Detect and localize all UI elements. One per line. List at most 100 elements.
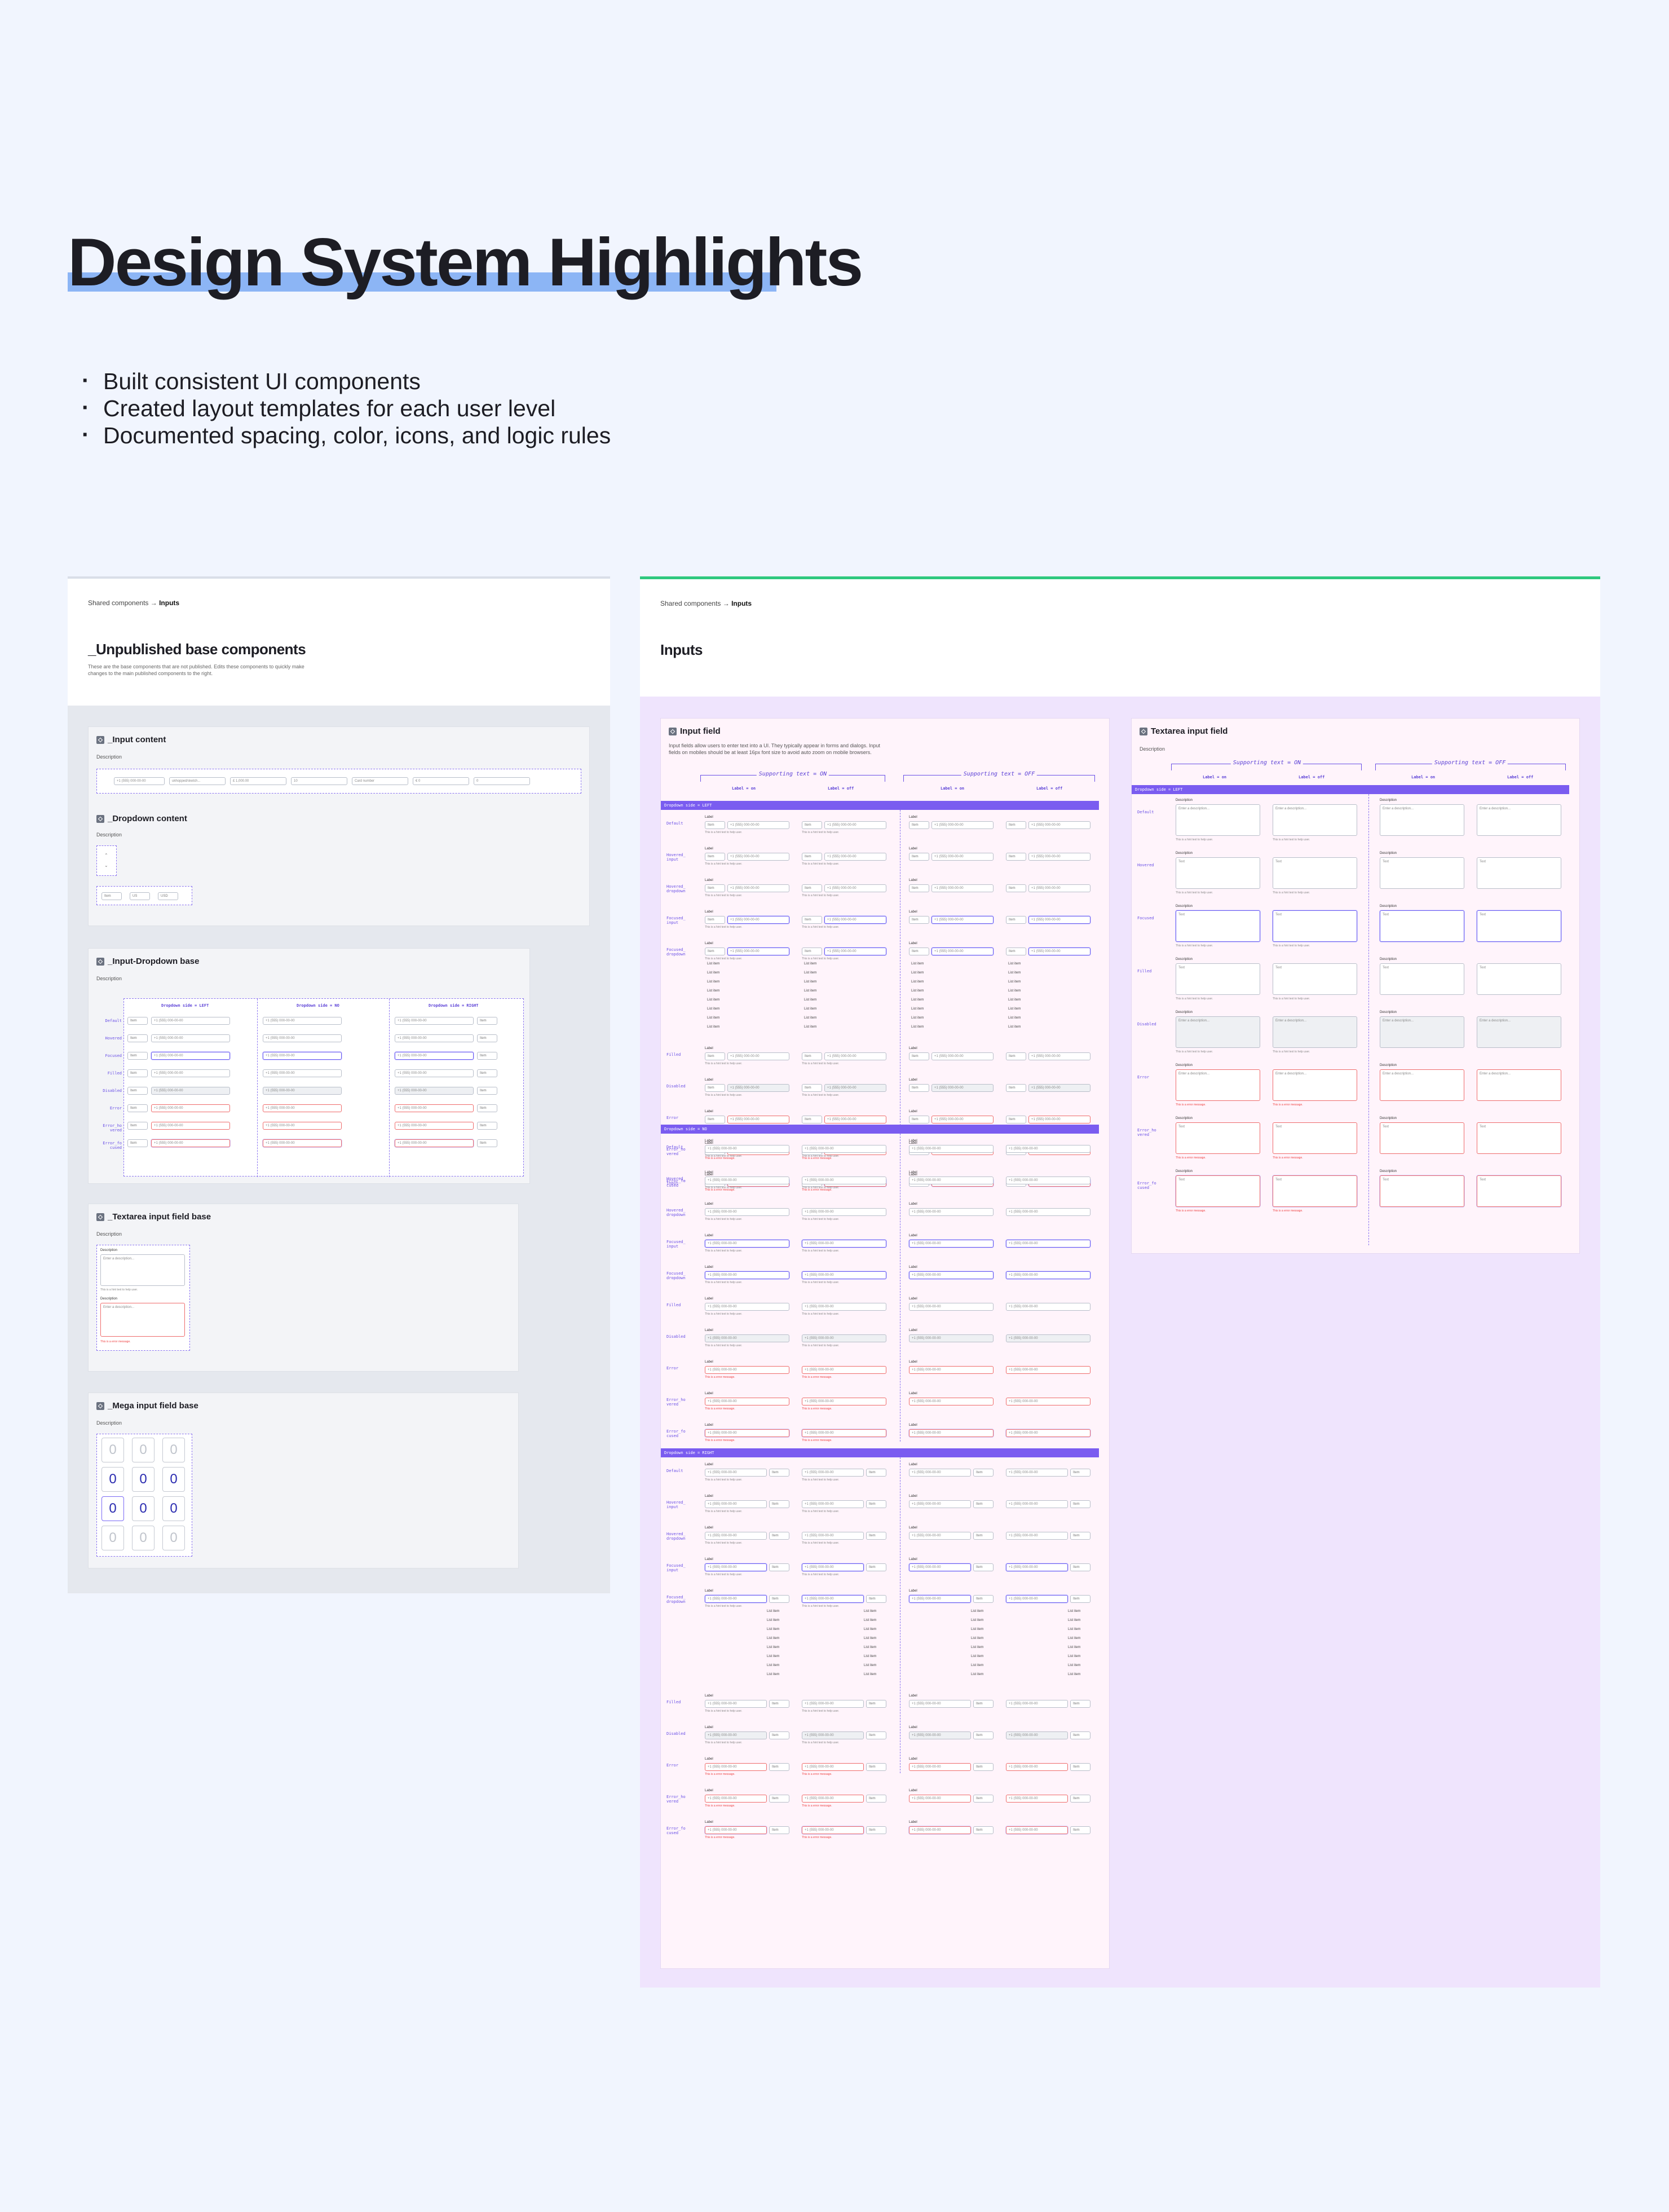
item-select[interactable]: Item — [909, 1116, 929, 1123]
item-select[interactable]: Item — [866, 1563, 886, 1571]
textarea[interactable]: Text — [1273, 910, 1357, 942]
item-select[interactable]: Item — [1070, 1469, 1090, 1477]
textarea[interactable]: Enter a description... — [100, 1254, 185, 1286]
phone-input[interactable]: +1 (555) 000-00-00 — [263, 1069, 342, 1077]
phone-input[interactable]: +1 (555) 000-00-00 — [802, 1240, 886, 1248]
dropdown-list-item[interactable]: List item — [707, 1025, 719, 1029]
textarea[interactable]: Text — [1477, 857, 1561, 889]
dropdown-list-item[interactable]: List item — [1008, 1025, 1021, 1029]
item-select[interactable]: Item — [909, 853, 929, 861]
dropdown-list-item[interactable]: List item — [1008, 998, 1021, 1002]
phone-input[interactable]: +1 (555) 000-00-00 — [909, 1176, 994, 1184]
dropdown-list-item[interactable]: List item — [1008, 980, 1021, 984]
textarea[interactable]: Text — [1477, 1175, 1561, 1207]
item-select[interactable]: Item — [802, 1084, 822, 1092]
phone-input[interactable]: +1 (555) 000-00-00 — [1028, 948, 1090, 955]
phone-input[interactable]: +1 (555) 000-00-00 — [151, 1122, 230, 1130]
phone-input[interactable]: +1 (555) 000-00-00 — [1028, 821, 1090, 829]
dropdown-list-item[interactable]: List item — [911, 971, 924, 975]
item-select[interactable]: Item — [477, 1017, 497, 1025]
item-select[interactable]: Item — [1006, 1084, 1026, 1092]
dropdown-list-item[interactable]: List item — [707, 980, 719, 984]
phone-input[interactable]: +1 (555) 000-00-00 — [802, 1366, 886, 1374]
phone-input[interactable]: +1 (555) 000-00-00 — [705, 1500, 767, 1508]
dropdown-list-item[interactable]: List item — [911, 980, 924, 984]
item-select[interactable]: Item — [973, 1795, 994, 1803]
phone-input[interactable]: +1 (555) 000-00-00 — [705, 1303, 789, 1311]
textarea[interactable]: Text — [1176, 1122, 1260, 1154]
textarea-error[interactable]: Enter a description... — [100, 1303, 185, 1337]
phone-input[interactable]: +1 (555) 000-00-00 — [824, 916, 886, 924]
textarea[interactable]: Enter a description... — [1477, 1016, 1561, 1048]
search-chip[interactable]: 0 — [474, 777, 530, 785]
item-select[interactable]: Item — [769, 1595, 789, 1603]
phone-input[interactable]: +1 (555) 000-00-00 — [395, 1087, 474, 1095]
mega-digit-input[interactable]: 0 — [162, 1526, 185, 1550]
dropdown-list-item[interactable]: List item — [1068, 1673, 1080, 1676]
phone-input[interactable]: +1 (555) 000-00-00 — [727, 1116, 789, 1123]
phone-input[interactable]: +1 (555) 000-00-00 — [705, 1398, 789, 1405]
phone-input[interactable]: +1 (555) 000-00-00 — [1006, 1563, 1068, 1571]
phone-input[interactable]: +1 (555) 000-00-00 — [395, 1139, 474, 1147]
phone-input[interactable]: +1 (555) 000-00-00 — [802, 1208, 886, 1216]
dropdown-list-item[interactable]: List item — [804, 980, 816, 984]
phone-input[interactable]: +1 (555) 000-00-00 — [151, 1104, 230, 1112]
dropdown-list-item[interactable]: List item — [767, 1610, 779, 1613]
item-select[interactable]: Item — [127, 1122, 148, 1130]
phone-input[interactable]: +1 (555) 000-00-00 — [1006, 1595, 1068, 1603]
item-select[interactable]: Item — [705, 948, 725, 955]
phone-input[interactable]: +1 (555) 000-00-00 — [395, 1017, 474, 1025]
phone-input[interactable]: +1 (555) 000-00-00 — [909, 1366, 994, 1374]
item-select[interactable]: Item — [1006, 821, 1026, 829]
item-select[interactable]: Item — [909, 1084, 929, 1092]
dropdown-list-item[interactable]: List item — [707, 1016, 719, 1020]
dropdown-list-item[interactable]: List item — [1008, 1007, 1021, 1011]
phone-input[interactable]: +1 (555) 000-00-00 — [802, 1500, 864, 1508]
phone-input[interactable]: +1 (555) 000-00-00 — [1006, 1366, 1090, 1374]
item-select[interactable]: Item — [769, 1700, 789, 1708]
phone-input[interactable]: +1 (555) 000-00-00 — [263, 1122, 342, 1130]
dropdown-list-item[interactable]: List item — [767, 1628, 779, 1631]
textarea[interactable]: Enter a description... — [1176, 1016, 1260, 1048]
dropdown-list-item[interactable]: List item — [804, 1025, 816, 1029]
dropdown-list-item[interactable]: List item — [971, 1637, 983, 1640]
phone-input[interactable]: +1 (555) 000-00-00 — [802, 1532, 864, 1540]
item-select[interactable]: Item — [705, 1084, 725, 1092]
textarea[interactable]: Enter a description... — [1273, 804, 1357, 836]
item-select[interactable]: Item — [101, 892, 122, 900]
item-select[interactable]: Item — [477, 1087, 497, 1095]
phone-input[interactable]: +1 (555) 000-00-00 — [705, 1795, 767, 1803]
dropdown-list-item[interactable]: List item — [864, 1628, 876, 1631]
phone-input[interactable]: +1 (555) 000-00-00 — [931, 1084, 994, 1092]
dropdown-list-item[interactable]: List item — [804, 998, 816, 1002]
phone-input[interactable]: +1 (555) 000-00-00 — [1006, 1208, 1090, 1216]
phone-input[interactable]: +1 (555) 000-00-00 — [263, 1139, 342, 1147]
textarea[interactable]: Text — [1176, 1175, 1260, 1207]
phone-input[interactable]: +1 (555) 000-00-00 — [802, 1595, 864, 1603]
phone-input[interactable]: +1 (555) 000-00-00 — [802, 1795, 864, 1803]
dropdown-list-item[interactable]: List item — [971, 1646, 983, 1649]
phone-input[interactable]: +1 (555) 000-00-00 — [909, 1303, 994, 1311]
phone-input[interactable]: +1 (555) 000-00-00 — [802, 1303, 886, 1311]
phone-input[interactable]: +1 (555) 000-00-00 — [802, 1398, 886, 1405]
phone-input[interactable]: +1 (555) 000-00-00 — [931, 1052, 994, 1060]
phone-input[interactable]: +1 (555) 000-00-00 — [909, 1763, 971, 1771]
phone-input[interactable]: +1 (555) 000-00-00 — [151, 1139, 230, 1147]
item-select[interactable]: Item — [909, 948, 929, 955]
item-select[interactable]: Item — [1006, 1116, 1026, 1123]
item-select[interactable]: Item — [802, 821, 822, 829]
mega-digit-input[interactable]: 0 — [132, 1526, 154, 1550]
textarea[interactable]: Text — [1176, 963, 1260, 995]
item-select[interactable]: Item — [909, 1052, 929, 1060]
item-select[interactable]: Item — [1070, 1763, 1090, 1771]
phone-input[interactable]: +1 (555) 000-00-00 — [705, 1563, 767, 1571]
phone-input[interactable]: +1 (555) 000-00-00 — [909, 1334, 994, 1342]
textarea[interactable]: Enter a description... — [1176, 804, 1260, 836]
phone-input[interactable]: +1 (555) 000-00-00 — [705, 1334, 789, 1342]
dropdown-list-item[interactable]: List item — [864, 1646, 876, 1649]
item-select[interactable]: Item — [127, 1104, 148, 1112]
dropdown-list-item[interactable]: List item — [767, 1646, 779, 1649]
item-select[interactable]: Item — [866, 1826, 886, 1834]
dropdown-list-item[interactable]: List item — [767, 1637, 779, 1640]
item-select[interactable]: Item — [909, 916, 929, 924]
